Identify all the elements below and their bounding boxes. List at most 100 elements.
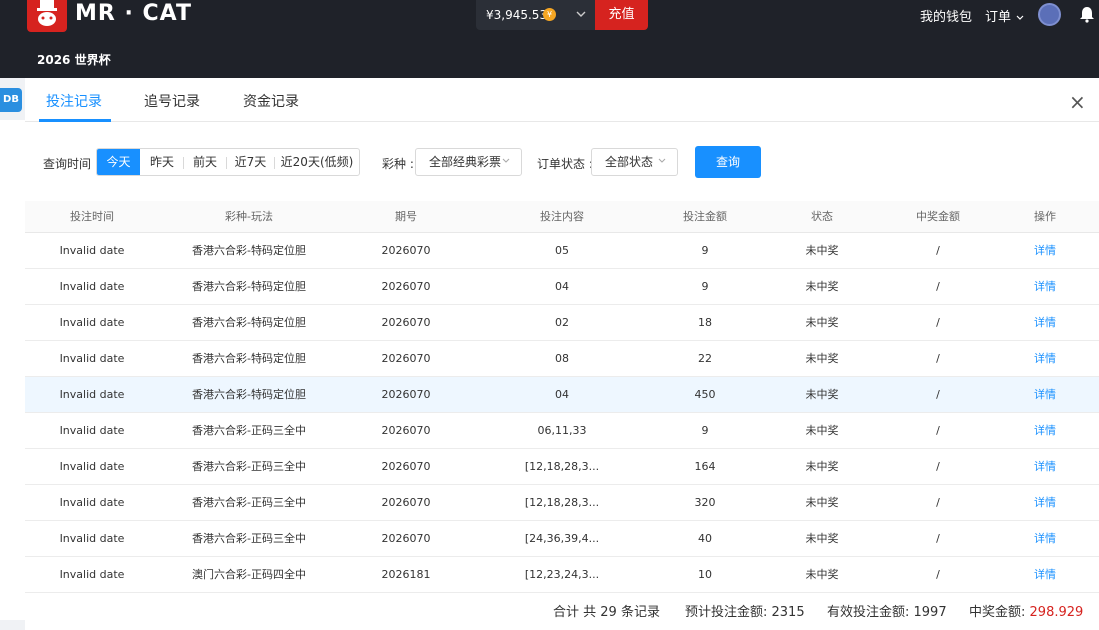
table-row: Invalid date 澳门六合彩-正码四全中 2026181 [12,23,… bbox=[25, 557, 1099, 593]
tab-fund-records[interactable]: 资金记录 bbox=[243, 91, 299, 111]
game-type: 香港六合彩-特码定位胆 bbox=[192, 388, 306, 401]
details-link[interactable]: 详情 bbox=[1034, 305, 1056, 340]
balance-dropdown[interactable]: ¥3,945.53 ¥ bbox=[476, 0, 596, 30]
bet-time: Invalid date bbox=[59, 244, 125, 257]
bet-time: Invalid date bbox=[59, 280, 125, 293]
win-total-value: 298.929 bbox=[1029, 605, 1084, 620]
time-option-yesterday[interactable]: 昨天 bbox=[141, 149, 183, 175]
bet-status: 未中奖 bbox=[805, 532, 839, 545]
column-header: 中奖金额 bbox=[916, 210, 960, 223]
recharge-button[interactable]: 充值 bbox=[595, 0, 648, 30]
nav-world-cup[interactable]: 2026 世界杯 bbox=[37, 51, 111, 68]
chevron-down-icon bbox=[657, 149, 667, 175]
expected-bet-total: 预计投注金额: 2315 bbox=[685, 605, 805, 620]
orders-menu[interactable]: 订单 bbox=[985, 6, 1025, 25]
win-amount: / bbox=[936, 280, 940, 293]
time-option-today[interactable]: 今天 bbox=[97, 149, 140, 175]
bet-amount: 320 bbox=[694, 496, 716, 509]
lottery-filter-label: 彩种 : bbox=[382, 157, 414, 171]
game-type: 香港六合彩-正码三全中 bbox=[192, 532, 306, 545]
lottery-select[interactable]: 全部经典彩票 bbox=[415, 148, 522, 176]
column-header: 期号 bbox=[395, 210, 417, 223]
bet-amount: 9 bbox=[701, 280, 709, 293]
game-type: 香港六合彩-特码定位胆 bbox=[192, 244, 306, 257]
bet-records-modal: 投注记录 追号记录 资金记录 × 查询时间 : 今天 昨天 前天 近7天 近20… bbox=[25, 78, 1099, 630]
column-header: 投注内容 bbox=[540, 210, 584, 223]
issue-number: 2026070 bbox=[381, 388, 431, 401]
game-type: 香港六合彩-正码三全中 bbox=[192, 460, 306, 473]
details-link[interactable]: 详情 bbox=[1034, 377, 1056, 412]
bet-amount: 40 bbox=[698, 532, 712, 545]
bet-time: Invalid date bbox=[59, 496, 125, 509]
win-amount: / bbox=[936, 424, 940, 437]
issue-number: 2026070 bbox=[381, 424, 431, 437]
time-option-day-before[interactable]: 前天 bbox=[184, 149, 226, 175]
cat-logo-icon[interactable] bbox=[27, 0, 67, 32]
column-header: 状态 bbox=[811, 210, 833, 223]
issue-number: 2026070 bbox=[381, 316, 431, 329]
bet-status: 未中奖 bbox=[805, 424, 839, 437]
orders-label: 订单 bbox=[985, 10, 1012, 25]
time-option-7days[interactable]: 近7天 bbox=[227, 149, 274, 175]
bell-icon[interactable] bbox=[1079, 6, 1095, 26]
win-amount: / bbox=[936, 388, 940, 401]
details-link[interactable]: 详情 bbox=[1034, 341, 1056, 376]
win-amount: / bbox=[936, 352, 940, 365]
time-range-selector: 今天 昨天 前天 近7天 近20天(低频) bbox=[96, 148, 360, 176]
details-link[interactable]: 详情 bbox=[1034, 233, 1056, 268]
balance-amount: ¥3,945.53 bbox=[486, 8, 548, 22]
chevron-down-icon bbox=[575, 8, 587, 23]
bet-amount: 10 bbox=[698, 568, 712, 581]
table-row: Invalid date 香港六合彩-特码定位胆 2026070 05 9 未中… bbox=[25, 233, 1099, 269]
query-button[interactable]: 查询 bbox=[695, 146, 761, 178]
bet-content: 05 bbox=[555, 244, 569, 257]
bet-content: 04 bbox=[555, 388, 569, 401]
bet-status: 未中奖 bbox=[805, 388, 839, 401]
game-type: 香港六合彩-特码定位胆 bbox=[192, 316, 306, 329]
coin-icon: ¥ bbox=[543, 8, 556, 21]
win-amount: / bbox=[936, 244, 940, 257]
bet-time: Invalid date bbox=[59, 568, 125, 581]
bet-status: 未中奖 bbox=[805, 280, 839, 293]
bet-status: 未中奖 bbox=[805, 568, 839, 581]
issue-number: 2026070 bbox=[381, 496, 431, 509]
bet-time: Invalid date bbox=[59, 532, 125, 545]
active-tab-indicator bbox=[39, 119, 111, 122]
total-records: 合计 共 29 条记录 bbox=[553, 605, 660, 620]
details-link[interactable]: 详情 bbox=[1034, 449, 1056, 484]
table-summary: 合计 共 29 条记录 预计投注金额: 2315 有效投注金额: 1997 中奖… bbox=[25, 596, 1099, 626]
bet-time: Invalid date bbox=[59, 424, 125, 437]
win-amount: / bbox=[936, 532, 940, 545]
issue-number: 2026181 bbox=[381, 568, 431, 581]
table-row: Invalid date 香港六合彩-正码三全中 2026070 [12,18,… bbox=[25, 485, 1099, 521]
avatar[interactable] bbox=[1038, 3, 1061, 26]
column-header: 投注金额 bbox=[683, 210, 727, 223]
table-row: Invalid date 香港六合彩-正码三全中 2026070 [24,36,… bbox=[25, 521, 1099, 557]
table-row: Invalid date 香港六合彩-特码定位胆 2026070 08 22 未… bbox=[25, 341, 1099, 377]
win-amount: / bbox=[936, 460, 940, 473]
top-header: MR · CAT 2026 世界杯 ¥3,945.53 ¥ 充值 我的钱包 订单 bbox=[0, 0, 1099, 78]
details-link[interactable]: 详情 bbox=[1034, 485, 1056, 520]
bet-content: [12,18,28,3... bbox=[524, 460, 600, 473]
bet-status: 未中奖 bbox=[805, 352, 839, 365]
issue-number: 2026070 bbox=[381, 532, 431, 545]
chevron-down-icon bbox=[1016, 15, 1024, 20]
status-select-value: 全部状态 bbox=[605, 155, 654, 169]
my-wallet-link[interactable]: 我的钱包 bbox=[920, 6, 972, 25]
tab-chase-records[interactable]: 追号记录 bbox=[144, 91, 200, 111]
close-icon[interactable]: × bbox=[1069, 90, 1086, 114]
details-link[interactable]: 详情 bbox=[1034, 557, 1056, 592]
details-link[interactable]: 详情 bbox=[1034, 269, 1056, 304]
details-link[interactable]: 详情 bbox=[1034, 413, 1056, 448]
table-header: 投注时间 彩种-玩法 期号 投注内容 投注金额 状态 中奖金额 操作 bbox=[25, 201, 1099, 233]
bet-status: 未中奖 bbox=[805, 316, 839, 329]
brand-name[interactable]: MR · CAT bbox=[75, 1, 192, 26]
status-select[interactable]: 全部状态 bbox=[591, 148, 678, 176]
time-option-20days[interactable]: 近20天(低频) bbox=[275, 149, 359, 175]
bet-time: Invalid date bbox=[59, 352, 125, 365]
issue-number: 2026070 bbox=[381, 352, 431, 365]
tab-bet-records[interactable]: 投注记录 bbox=[46, 91, 102, 111]
bet-amount: 9 bbox=[701, 244, 709, 257]
chevron-down-icon bbox=[501, 149, 511, 175]
details-link[interactable]: 详情 bbox=[1034, 521, 1056, 556]
